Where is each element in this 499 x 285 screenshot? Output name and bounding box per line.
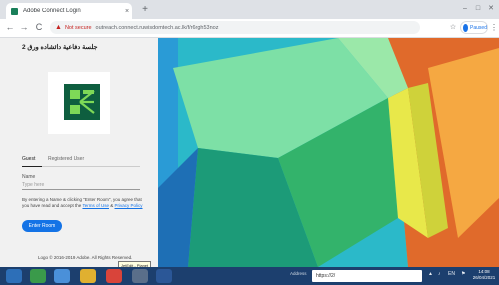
address-bar[interactable]: ▲ Not secure outreach.connect.ruwisdomte… <box>50 21 420 34</box>
taskbar-address-label: Address <box>290 271 307 276</box>
name-input[interactable] <box>22 180 140 190</box>
taskbar-folder-icon[interactable] <box>80 269 96 283</box>
adobe-favicon-icon <box>11 7 18 15</box>
meeting-room-title: جلسة دفاعية دائشاده ورق 2 <box>22 44 98 51</box>
address-input-text: https://2/ <box>316 273 336 279</box>
flag-icon[interactable]: ⚑ <box>461 271 465 277</box>
maximize-button[interactable]: □ <box>472 3 484 15</box>
terms-of-use-link[interactable]: Terms of Use <box>82 203 109 208</box>
profile-label: Paused <box>470 24 487 31</box>
privacy-policy-link[interactable]: Privacy Policy <box>115 203 143 208</box>
reload-button[interactable]: C <box>33 20 45 34</box>
clock-date: 26/04/2021 <box>472 275 496 280</box>
language-indicator[interactable]: EN <box>448 271 455 277</box>
minimize-button[interactable]: – <box>459 3 471 15</box>
tab-close-icon[interactable]: × <box>122 8 132 15</box>
new-tab-button[interactable]: + <box>138 3 152 17</box>
close-window-button[interactable]: ✕ <box>485 3 497 15</box>
copyright-text: Logo © 2016-2019 Adobe. All Rights Reser… <box>38 255 133 260</box>
bookmark-star-icon[interactable]: ☆ <box>448 21 458 34</box>
taskbar-address-input[interactable]: https://2/ <box>312 270 422 282</box>
taskbar-window-icon[interactable] <box>132 269 148 283</box>
security-label: Not secure <box>64 24 92 31</box>
taskbar <box>0 267 499 285</box>
tab-registered-user[interactable]: Registered User <box>48 156 98 166</box>
start-button[interactable] <box>6 269 22 283</box>
clock[interactable]: 14:08 26/04/2021 <box>472 269 496 281</box>
taskbar-app-icon[interactable] <box>30 269 46 283</box>
avatar-icon <box>463 23 469 32</box>
adobe-connect-logo-icon <box>64 84 100 120</box>
warning-icon: ▲ <box>55 24 62 31</box>
back-button[interactable]: ← <box>4 20 16 34</box>
url-text: outreach.connect.ruwisdomtech.ac.lk/f/r6… <box>95 24 219 31</box>
tab-guest[interactable]: Guest <box>22 156 42 167</box>
enter-room-button[interactable]: Enter Room <box>22 220 62 232</box>
taskbar-chrome-icon[interactable] <box>106 269 122 283</box>
terms-text: By entering a Name & clicking "Enter Roo… <box>22 197 144 209</box>
background-artwork <box>158 38 499 267</box>
volume-icon[interactable]: ♪ <box>438 271 441 277</box>
menu-icon[interactable]: ⋮ <box>490 21 498 34</box>
tray-up-icon[interactable]: ▲ <box>428 271 433 277</box>
taskbar-ie-icon[interactable] <box>54 269 70 283</box>
browser-tab[interactable]: Adobe Connect Login × <box>6 3 132 19</box>
forward-button[interactable]: → <box>18 20 30 34</box>
taskbar-word-icon[interactable] <box>156 269 172 283</box>
profile-button[interactable]: Paused <box>460 21 488 34</box>
tab-title: Adobe Connect Login <box>23 8 81 14</box>
